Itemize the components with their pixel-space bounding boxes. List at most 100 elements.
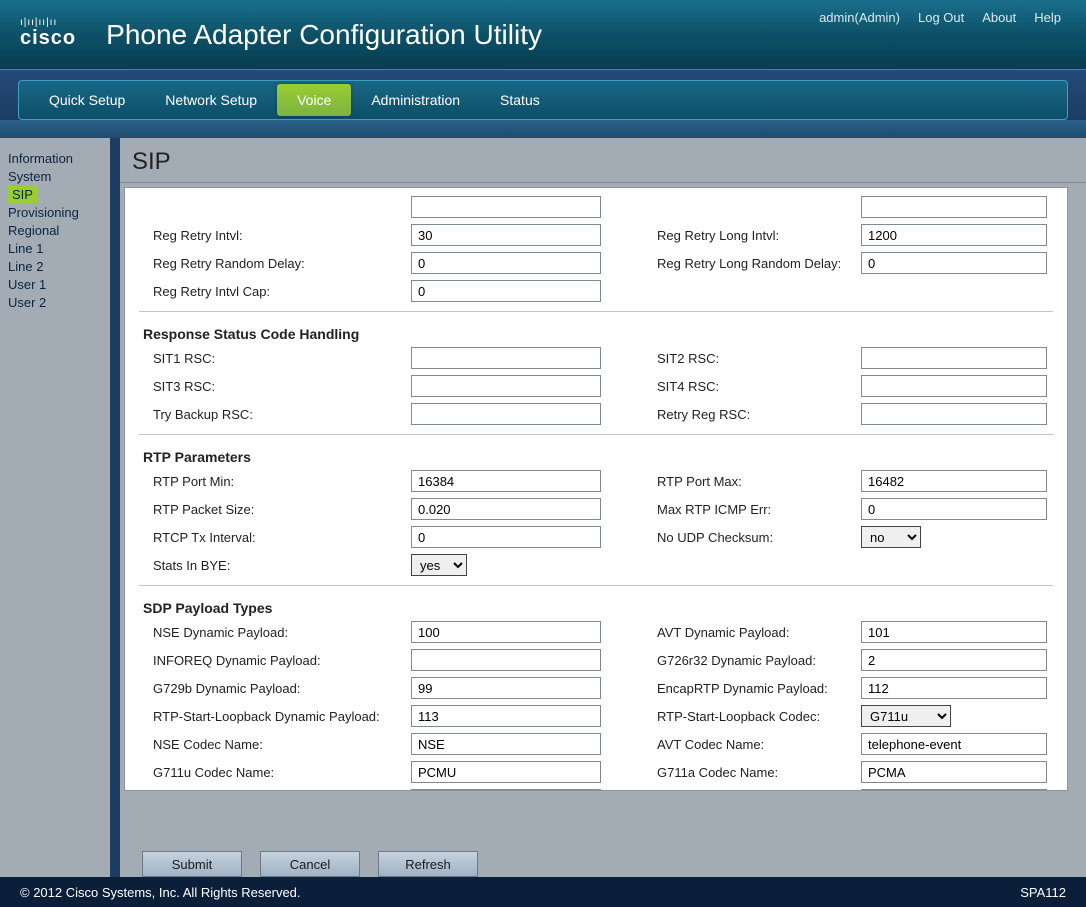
nav-network-setup[interactable]: Network Setup — [145, 84, 277, 116]
partial-input-right[interactable] — [861, 196, 1047, 218]
rtp-start-loopback-dynamic-label: RTP-Start-Loopback Dynamic Payload: — [153, 709, 411, 724]
rtp-port-max-label: RTP Port Max: — [657, 474, 861, 489]
sit3-rsc-label: SIT3 RSC: — [153, 379, 411, 394]
section-sdp: SDP Payload Types — [125, 592, 1067, 618]
section-rtp: RTP Parameters — [125, 441, 1067, 467]
try-backup-rsc-label: Try Backup RSC: — [153, 407, 411, 422]
page-title: SIP — [120, 138, 1086, 183]
no-udp-checksum-label: No UDP Checksum: — [657, 530, 861, 545]
g729b-dynamic-label: G729b Dynamic Payload: — [153, 681, 411, 696]
reg-retry-intvl-cap-label: Reg Retry Intvl Cap: — [153, 284, 411, 299]
rtp-start-loopback-codec-label: RTP-Start-Loopback Codec: — [657, 709, 861, 724]
logout-link[interactable]: Log Out — [918, 10, 964, 25]
config-form[interactable]: Reg Retry Intvl: Reg Retry Long Intvl: R… — [124, 187, 1068, 791]
g729a-codec-name-input[interactable] — [861, 789, 1047, 791]
nse-dynamic-label: NSE Dynamic Payload: — [153, 625, 411, 640]
stats-in-bye-select[interactable]: yes — [411, 554, 467, 576]
g711a-codec-name-label: G711a Codec Name: — [657, 765, 861, 780]
footer-copyright: © 2012 Cisco Systems, Inc. All Rights Re… — [20, 885, 301, 900]
button-bar: Submit Cancel Refresh — [120, 839, 1086, 877]
nav-quick-setup[interactable]: Quick Setup — [29, 84, 145, 116]
sidebar-item-line2[interactable]: Line 2 — [8, 258, 102, 276]
try-backup-rsc-input[interactable] — [411, 403, 601, 425]
user-label[interactable]: admin(Admin) — [819, 10, 900, 25]
rtcp-tx-interval-label: RTCP Tx Interval: — [153, 530, 411, 545]
no-udp-checksum-select[interactable]: no — [861, 526, 921, 548]
nse-dynamic-input[interactable] — [411, 621, 601, 643]
rtp-port-min-input[interactable] — [411, 470, 601, 492]
app-title: Phone Adapter Configuration Utility — [106, 19, 542, 51]
rtp-port-min-label: RTP Port Min: — [153, 474, 411, 489]
nav-administration[interactable]: Administration — [351, 84, 480, 116]
sit2-rsc-label: SIT2 RSC: — [657, 351, 861, 366]
sidebar: Information System SIP Provisioning Regi… — [0, 138, 110, 877]
avt-dynamic-label: AVT Dynamic Payload: — [657, 625, 861, 640]
rtp-port-max-input[interactable] — [861, 470, 1047, 492]
footer: © 2012 Cisco Systems, Inc. All Rights Re… — [0, 877, 1086, 907]
reg-retry-random-delay-label: Reg Retry Random Delay: — [153, 256, 411, 271]
sidebar-item-system[interactable]: System — [8, 168, 102, 186]
help-link[interactable]: Help — [1034, 10, 1061, 25]
reg-retry-long-intvl-input[interactable] — [861, 224, 1047, 246]
top-links: admin(Admin) Log Out About Help — [819, 10, 1061, 25]
sidebar-item-regional[interactable]: Regional — [8, 222, 102, 240]
g729b-dynamic-input[interactable] — [411, 677, 601, 699]
sidebar-item-provisioning[interactable]: Provisioning — [8, 204, 102, 222]
g711a-codec-name-input[interactable] — [861, 761, 1047, 783]
g711u-codec-name-label: G711u Codec Name: — [153, 765, 411, 780]
retry-reg-rsc-input[interactable] — [861, 403, 1047, 425]
reg-retry-long-random-delay-input[interactable] — [861, 252, 1047, 274]
g711u-codec-name-input[interactable] — [411, 761, 601, 783]
sit2-rsc-input[interactable] — [861, 347, 1047, 369]
reg-retry-long-random-delay-label: Reg Retry Long Random Delay: — [657, 256, 861, 271]
sidebar-item-user1[interactable]: User 1 — [8, 276, 102, 294]
nse-codec-name-label: NSE Codec Name: — [153, 737, 411, 752]
rtp-start-loopback-codec-select[interactable]: G711u — [861, 705, 951, 727]
g726r32-dynamic-label: G726r32 Dynamic Payload: — [657, 653, 861, 668]
footer-model: SPA112 — [1020, 885, 1066, 900]
reg-retry-long-intvl-label: Reg Retry Long Intvl: — [657, 228, 861, 243]
nav-status[interactable]: Status — [480, 84, 560, 116]
section-rsc: Response Status Code Handling — [125, 318, 1067, 344]
reg-retry-random-delay-input[interactable] — [411, 252, 601, 274]
reg-retry-intvl-input[interactable] — [411, 224, 601, 246]
sit4-rsc-input[interactable] — [861, 375, 1047, 397]
stats-in-bye-label: Stats In BYE: — [153, 558, 411, 573]
inforeq-dynamic-input[interactable] — [411, 649, 601, 671]
sidebar-item-user2[interactable]: User 2 — [8, 294, 102, 312]
sit1-rsc-label: SIT1 RSC: — [153, 351, 411, 366]
retry-reg-rsc-label: Retry Reg RSC: — [657, 407, 861, 422]
encaprtp-dynamic-label: EncapRTP Dynamic Payload: — [657, 681, 861, 696]
sit4-rsc-label: SIT4 RSC: — [657, 379, 861, 394]
reg-retry-intvl-label: Reg Retry Intvl: — [153, 228, 411, 243]
rtp-packet-size-input[interactable] — [411, 498, 601, 520]
reg-retry-intvl-cap-input[interactable] — [411, 280, 601, 302]
sit3-rsc-input[interactable] — [411, 375, 601, 397]
avt-dynamic-input[interactable] — [861, 621, 1047, 643]
navbar: Quick Setup Network Setup Voice Administ… — [18, 80, 1068, 120]
cisco-logo: ı|ıı|ıı|ıı cisco — [20, 19, 76, 50]
header: ı|ıı|ıı|ıı cisco Phone Adapter Configura… — [0, 0, 1086, 70]
cancel-button[interactable]: Cancel — [260, 851, 360, 877]
avt-codec-name-label: AVT Codec Name: — [657, 737, 861, 752]
g726r32-dynamic-input[interactable] — [861, 649, 1047, 671]
max-rtp-icmp-err-label: Max RTP ICMP Err: — [657, 502, 861, 517]
rtp-start-loopback-dynamic-input[interactable] — [411, 705, 601, 727]
refresh-button[interactable]: Refresh — [378, 851, 478, 877]
rtcp-tx-interval-input[interactable] — [411, 526, 601, 548]
sidebar-item-information[interactable]: Information — [8, 150, 102, 168]
nav-voice[interactable]: Voice — [277, 84, 351, 116]
sidebar-item-line1[interactable]: Line 1 — [8, 240, 102, 258]
submit-button[interactable]: Submit — [142, 851, 242, 877]
rtp-packet-size-label: RTP Packet Size: — [153, 502, 411, 517]
avt-codec-name-input[interactable] — [861, 733, 1047, 755]
inforeq-dynamic-label: INFOREQ Dynamic Payload: — [153, 653, 411, 668]
sidebar-item-sip[interactable]: SIP — [8, 186, 37, 204]
about-link[interactable]: About — [982, 10, 1016, 25]
sit1-rsc-input[interactable] — [411, 347, 601, 369]
partial-input-left[interactable] — [411, 196, 601, 218]
encaprtp-dynamic-input[interactable] — [861, 677, 1047, 699]
nse-codec-name-input[interactable] — [411, 733, 601, 755]
max-rtp-icmp-err-input[interactable] — [861, 498, 1047, 520]
g726r32-codec-name-input[interactable] — [411, 789, 601, 791]
